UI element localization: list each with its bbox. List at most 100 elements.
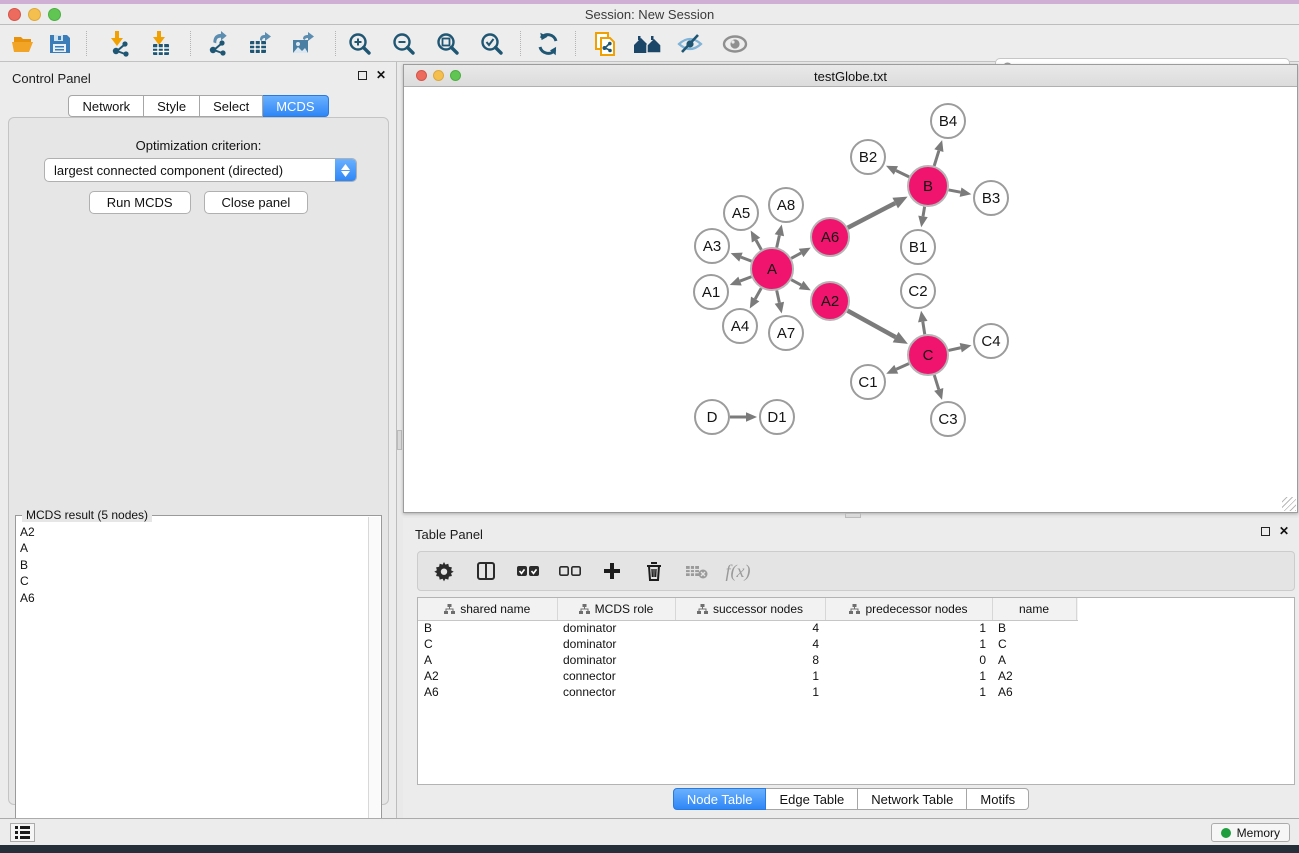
table-header-row[interactable]: shared nameMCDS rolesuccessor nodesprede… [418,598,1078,620]
table-cell[interactable]: 1 [825,636,992,652]
mcds-result-item[interactable]: A6 [20,590,367,606]
mcds-result-scrollbar[interactable] [368,517,380,853]
graph-edge-B-B3[interactable] [949,190,961,192]
add-column-icon[interactable] [600,559,624,583]
table-row[interactable]: A6connector11A6 [418,684,1078,700]
table-cell[interactable]: 8 [675,652,825,668]
table-cell[interactable]: dominator [557,652,675,668]
graph-edge-C-C2[interactable] [923,322,925,335]
graph-edge-C-C3[interactable] [934,375,938,389]
tab-network-table[interactable]: Network Table [858,788,967,810]
graph-edge-A-A5[interactable] [756,240,761,250]
column-header-predecessor-nodes[interactable]: predecessor nodes [825,598,992,620]
save-icon[interactable] [46,30,74,58]
graph-edge-A-A4[interactable] [755,288,761,299]
table-body[interactable]: Bdominator41BCdominator41CAdominator80AA… [418,620,1078,700]
table-cell[interactable]: 1 [825,620,992,636]
zoom-selected-icon[interactable] [478,30,506,58]
graph-edge-A-A6[interactable] [791,253,801,258]
mcds-result-item[interactable]: A [20,540,367,556]
table-row[interactable]: Cdominator41C [418,636,1078,652]
table-cell[interactable]: 4 [675,620,825,636]
graph-edge-B-B2[interactable] [896,170,909,176]
table-cell[interactable]: 1 [675,668,825,684]
table-cell[interactable]: A [418,652,557,668]
table-cell[interactable]: C [992,636,1076,652]
table-cell[interactable]: connector [557,668,675,684]
graph-edge-B-B1[interactable] [923,207,925,217]
gear-icon[interactable] [432,559,456,583]
table-cell[interactable]: 4 [675,636,825,652]
window-resize-grip[interactable] [1282,497,1296,511]
task-history-button[interactable] [10,823,35,842]
deselect-all-icon[interactable] [558,559,582,583]
close-panel-icon[interactable]: ✕ [376,70,386,80]
export-table-icon[interactable] [246,30,274,58]
table-cell[interactable]: B [992,620,1076,636]
close-panel-button[interactable]: Close panel [204,191,309,214]
run-mcds-button[interactable]: Run MCDS [89,191,191,214]
table-cell[interactable]: C [418,636,557,652]
table-row[interactable]: Adominator80A [418,652,1078,668]
graph-edge-C-C4[interactable] [948,348,960,351]
zoom-fit-icon[interactable] [434,30,462,58]
hide-selected-icon[interactable] [676,30,704,58]
column-header-successor-nodes[interactable]: successor nodes [675,598,825,620]
table-cell[interactable]: A2 [418,668,557,684]
table-cell[interactable]: A6 [992,684,1076,700]
graph-edge-A-A7[interactable] [777,290,780,302]
table-cell[interactable]: dominator [557,620,675,636]
show-selected-icon[interactable] [721,30,749,58]
graph-edge-B-B4[interactable] [934,151,939,166]
table-cell[interactable]: A [992,652,1076,668]
tab-style[interactable]: Style [144,95,200,117]
copy-style-icon[interactable] [591,30,619,58]
tab-node-table[interactable]: Node Table [673,788,767,810]
zoom-out-icon[interactable] [390,30,418,58]
home-icon[interactable] [633,30,661,58]
column-header-name[interactable]: name [992,598,1076,620]
table-cell[interactable]: 1 [825,684,992,700]
graph-edge-A-A1[interactable] [740,277,751,281]
vertical-splitter-handle[interactable] [397,430,402,450]
mcds-result-item[interactable]: B [20,557,367,573]
tab-motifs[interactable]: Motifs [967,788,1029,810]
import-network-icon[interactable] [106,30,134,58]
mcds-result-item[interactable]: A2 [20,524,367,540]
optimization-criterion-select[interactable]: largest connected component (directed) [44,158,357,182]
network-window-titlebar[interactable]: testGlobe.txt [404,65,1297,87]
tab-mcds[interactable]: MCDS [263,95,328,117]
network-graph[interactable]: B4B2BB3B1A5A8A6A3AA1C2A2A4A7CC4C1C3DD1 [404,87,1297,512]
table-cell[interactable]: connector [557,684,675,700]
split-columns-icon[interactable] [474,559,498,583]
column-header-MCDS-role[interactable]: MCDS role [557,598,675,620]
export-image-icon[interactable] [289,30,317,58]
node-table-grid[interactable]: shared nameMCDS rolesuccessor nodesprede… [418,598,1078,700]
close-table-panel-icon[interactable]: ✕ [1279,526,1289,536]
open-folder-icon[interactable] [10,30,38,58]
mcds-result-item[interactable]: C [20,573,367,589]
float-table-panel-icon[interactable] [1261,527,1270,536]
table-cell[interactable]: B [418,620,557,636]
table-cell[interactable]: dominator [557,636,675,652]
memory-button[interactable]: Memory [1211,823,1290,842]
export-network-icon[interactable] [204,30,232,58]
table-cell[interactable]: A6 [418,684,557,700]
table-cell[interactable]: A2 [992,668,1076,684]
graph-edge-A6-B[interactable] [848,203,895,228]
graph-edge-A-A3[interactable] [741,257,752,261]
delete-icon[interactable] [642,559,666,583]
table-cell[interactable]: 1 [675,684,825,700]
select-all-icon[interactable] [516,559,540,583]
float-panel-icon[interactable] [358,71,367,80]
graph-edge-A-A8[interactable] [777,235,780,247]
table-cell[interactable]: 0 [825,652,992,668]
mcds-result-list[interactable]: A2ABCA6 [20,524,367,851]
column-header-shared-name[interactable]: shared name [418,598,557,620]
import-table-icon[interactable] [146,30,174,58]
graph-edge-A-A2[interactable] [791,280,801,285]
tab-select[interactable]: Select [200,95,263,117]
graph-edge-C-C1[interactable] [896,364,909,370]
tab-edge-table[interactable]: Edge Table [766,788,858,810]
graph-edge-A2-C[interactable] [848,311,896,337]
